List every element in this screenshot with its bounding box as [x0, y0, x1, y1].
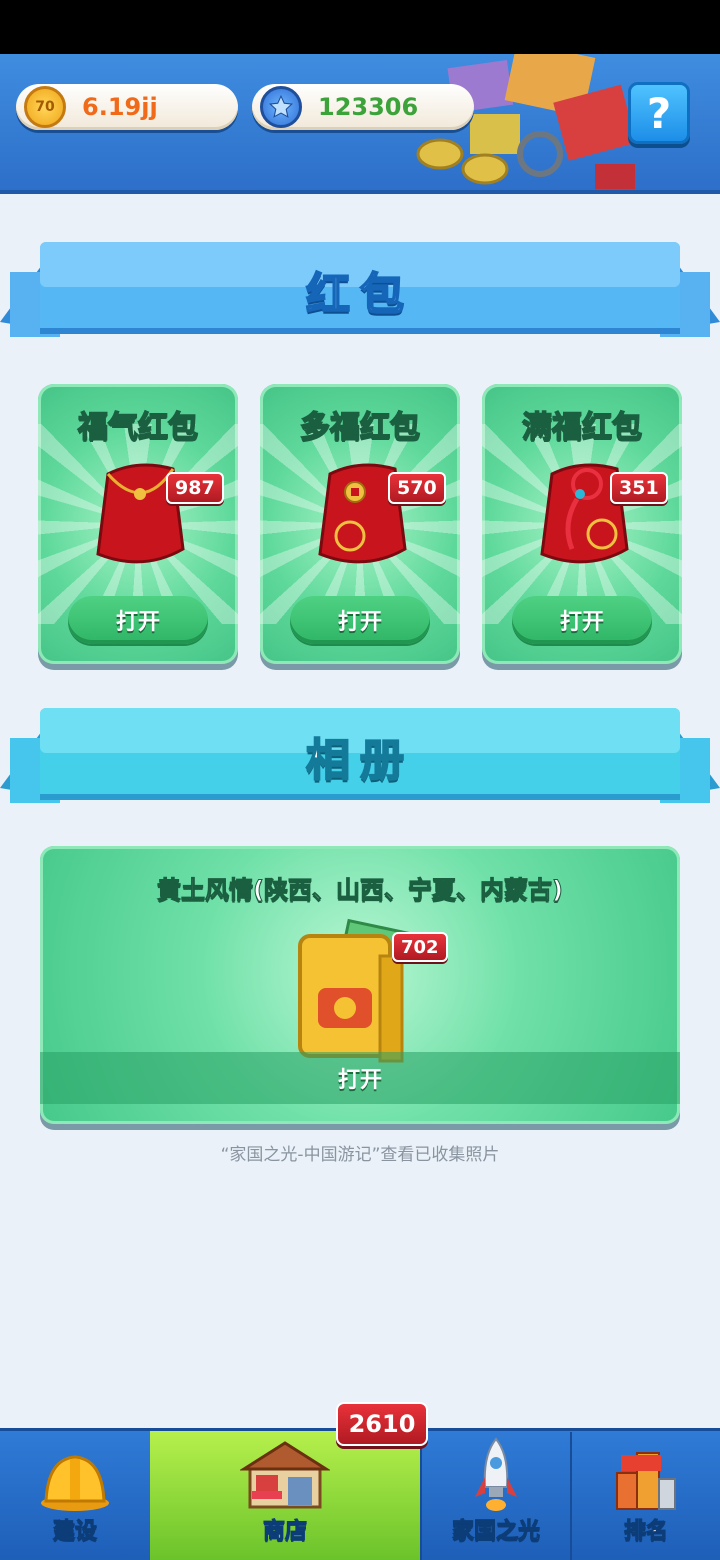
nav-item-shop[interactable]: 商店	[150, 1431, 420, 1560]
status-bar	[0, 0, 720, 54]
coin-icon: 70	[24, 86, 66, 128]
coin-value: 6.19jj	[82, 93, 158, 121]
ranking-icon	[616, 1452, 676, 1510]
nav-item-ranking[interactable]: 排名	[572, 1431, 720, 1560]
red-packet-card-duofu[interactable]: 多福红包 570 打开	[260, 384, 460, 664]
nav-label: 商店	[262, 1519, 307, 1545]
album-title: 黄土风情(陕西、山西、宁夏、内蒙古)	[157, 876, 564, 905]
help-button[interactable]: ?	[628, 82, 690, 144]
red-packet-section-title: 红包	[305, 268, 414, 321]
nav-item-homeland[interactable]: 家国之光	[422, 1431, 570, 1560]
red-packet-card-manfu[interactable]: 满福红包 351 打开	[482, 384, 682, 664]
open-button[interactable]: 打开	[68, 596, 208, 644]
card-title: 多福红包	[299, 409, 421, 446]
gem-balance[interactable]: 123306	[252, 84, 474, 130]
gem-value: 123306	[318, 93, 419, 121]
top-header: 70 6.19jj 123306 ?	[0, 54, 720, 194]
nav-label: 排名	[623, 1519, 668, 1545]
nav-label: 建设	[52, 1519, 97, 1545]
count-badge: 570	[388, 472, 446, 504]
open-button[interactable]: 打开	[290, 596, 430, 644]
album-count-badge: 702	[392, 932, 448, 962]
rocket-icon	[475, 1437, 517, 1511]
shop-icon	[240, 1441, 330, 1509]
album-hint-text: “家国之光-中国游记”查看已收集照片	[220, 1145, 500, 1165]
shop-count-badge: 2610	[336, 1402, 428, 1446]
count-badge: 987	[166, 472, 224, 504]
nav-label: 家国之光	[451, 1519, 540, 1545]
star-coin-icon	[260, 86, 302, 128]
open-button[interactable]: 打开	[512, 596, 652, 644]
count-badge: 351	[610, 472, 668, 504]
album-open-button[interactable]: 打开	[40, 1062, 680, 1094]
hardhat-icon	[41, 1455, 109, 1511]
photo-album-card[interactable]: 黄土风情(陕西、山西、宁夏、内蒙古) 702 打开	[40, 846, 680, 1124]
bottom-navigation: 建设 商店 家国之光 排名	[0, 1428, 720, 1560]
nav-item-build[interactable]: 建设	[0, 1431, 150, 1560]
coin-balance[interactable]: 70 6.19jj	[16, 84, 238, 130]
album-section-title: 相册	[305, 734, 414, 787]
red-packet-card-fuqi[interactable]: 福气红包 987 打开	[38, 384, 238, 664]
card-title: 福气红包	[77, 409, 199, 446]
card-title: 满福红包	[521, 409, 643, 446]
